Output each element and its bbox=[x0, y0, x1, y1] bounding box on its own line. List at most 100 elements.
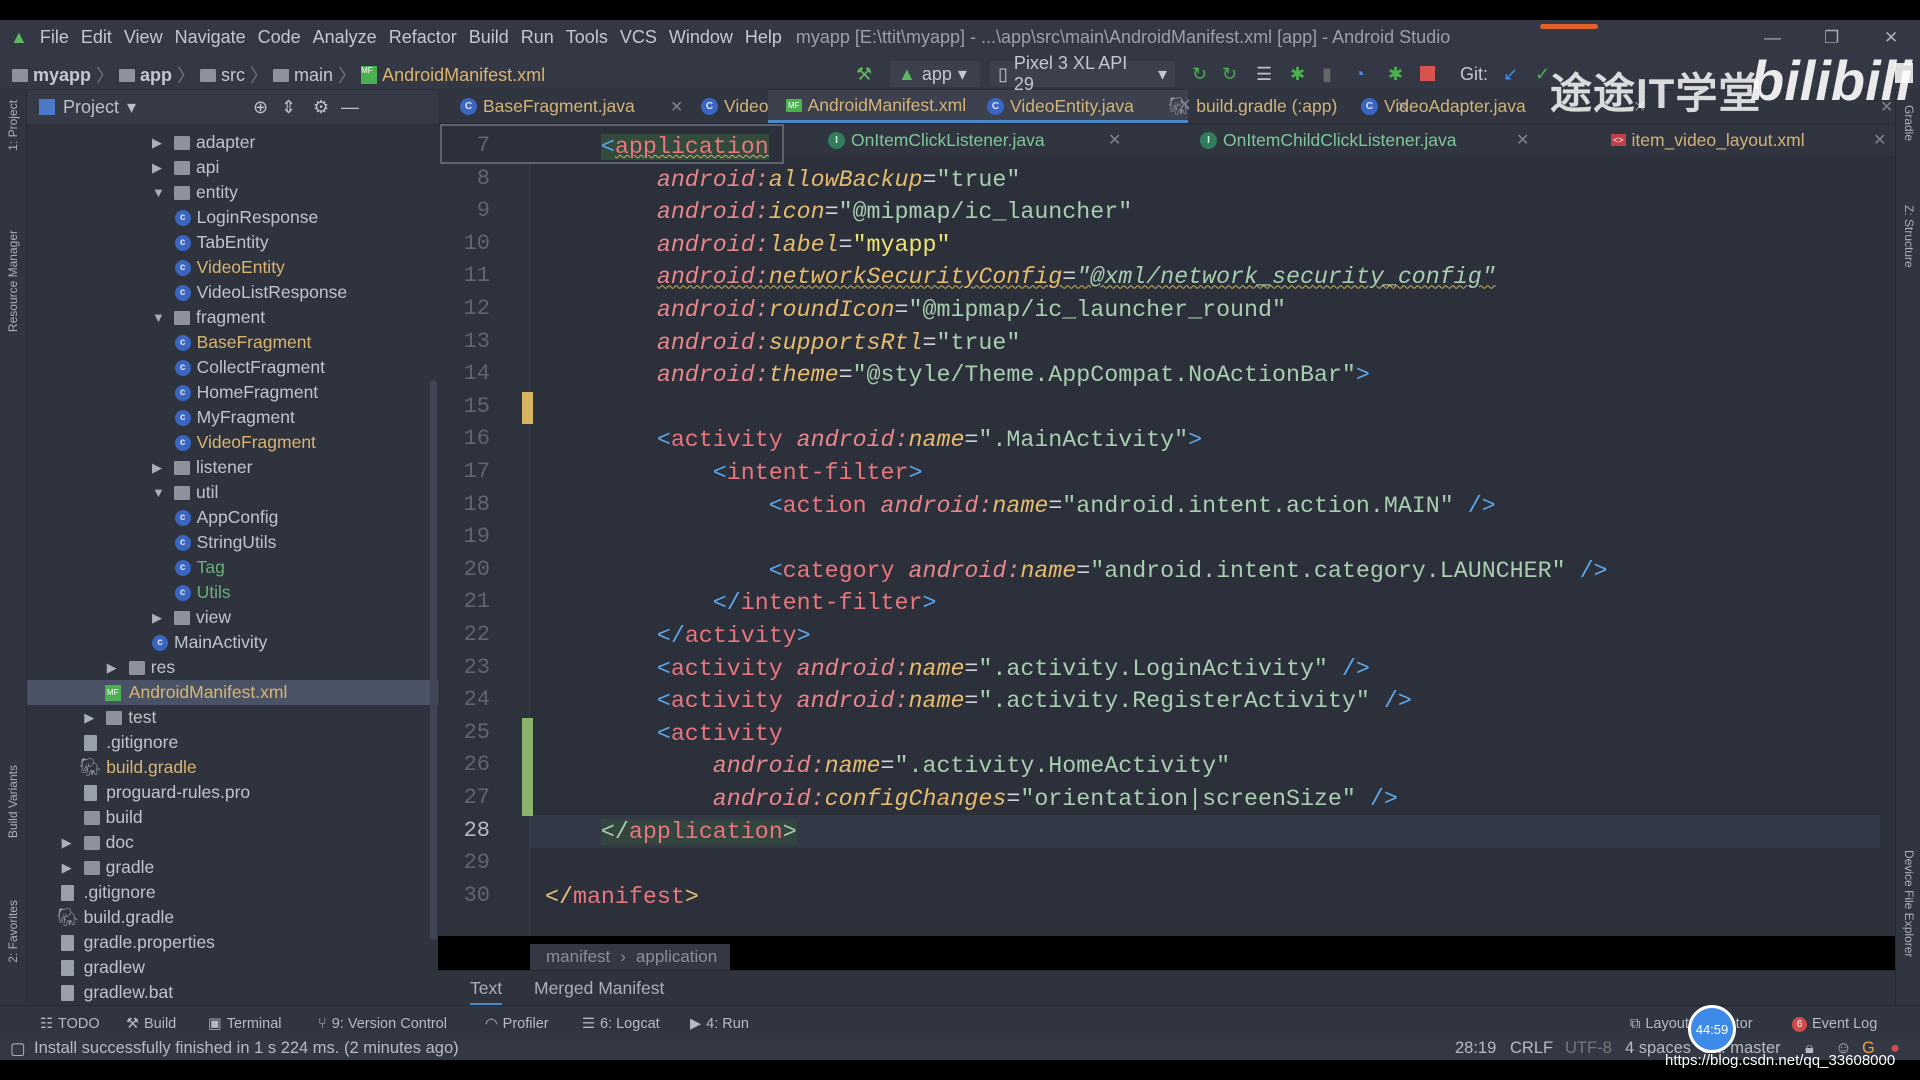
device-file-explorer-tool-button[interactable]: Device File Explorer bbox=[1902, 850, 1916, 957]
debug-icon[interactable]: ✱ bbox=[1290, 64, 1305, 85]
code-line[interactable]: android:allowBackup="true" bbox=[545, 164, 1021, 196]
editor-tab-onitemclicklistener-java[interactable]: I OnItemClickListener.java ✕ bbox=[828, 124, 1121, 156]
favorites-tool-button[interactable]: 2: Favorites bbox=[6, 900, 20, 963]
editor-tab-videoadapter-java[interactable]: C VideoAdapter.java ✕ bbox=[1361, 90, 1893, 123]
collapsed-arrow-icon[interactable]: ▶ bbox=[152, 460, 162, 476]
collapsed-arrow-icon[interactable]: ▶ bbox=[152, 610, 162, 626]
code-line[interactable]: android:configChanges="orientation|scree… bbox=[545, 783, 1398, 815]
editor-tab-videoentity-java[interactable]: C VideoEntity.java ✕ bbox=[987, 90, 1409, 123]
project-scrollbar[interactable] bbox=[430, 380, 437, 940]
tree-item-gitignore[interactable]: .gitignore bbox=[27, 730, 438, 755]
code-line[interactable]: android:name=".activity.HomeActivity" bbox=[545, 750, 1230, 782]
tree-item-gradlew-bat[interactable]: gradlew.bat bbox=[27, 980, 438, 1005]
expanded-arrow-icon[interactable]: ▼ bbox=[152, 485, 165, 500]
tree-item-view[interactable]: ▶ view bbox=[27, 605, 438, 630]
logcat-tool-button[interactable]: ☰ 6: Logcat bbox=[582, 1016, 660, 1032]
tree-item-test[interactable]: ▶ test bbox=[27, 705, 438, 730]
code-line[interactable]: android:theme="@style/Theme.AppCompat.No… bbox=[545, 359, 1370, 391]
tree-item-homefragment[interactable]: c HomeFragment bbox=[27, 380, 438, 405]
file-encoding[interactable]: UTF-8 bbox=[1565, 1039, 1612, 1058]
collapsed-arrow-icon[interactable]: ▶ bbox=[152, 160, 162, 176]
git-commit-icon[interactable]: ✓ bbox=[1535, 64, 1550, 85]
menu-navigate[interactable]: Navigate bbox=[175, 27, 246, 48]
attach-debugger-icon[interactable]: ✱ bbox=[1388, 64, 1403, 85]
menu-build[interactable]: Build bbox=[469, 27, 509, 48]
expanded-arrow-icon[interactable]: ▼ bbox=[152, 310, 165, 325]
collapsed-arrow-icon[interactable]: ▶ bbox=[152, 135, 162, 151]
stop-icon[interactable] bbox=[1420, 66, 1435, 81]
menu-window[interactable]: Window bbox=[669, 27, 733, 48]
project-view-dropdown[interactable]: Project bbox=[63, 97, 119, 118]
editor-tab-build-gradle-app-[interactable]: 🐘︎ build.gradle (:app) ✕ bbox=[1168, 90, 1646, 123]
close-tab-icon[interactable]: ✕ bbox=[1873, 130, 1886, 150]
tree-item-adapter[interactable]: ▶ adapter bbox=[27, 130, 438, 155]
code-line[interactable]: <activity bbox=[545, 718, 783, 750]
tree-item-androidmanifest-xml[interactable]: MF AndroidManifest.xml bbox=[27, 680, 438, 705]
resource-manager-tool-button[interactable]: Resource Manager bbox=[6, 230, 20, 332]
run-config-dropdown[interactable]: ▲ app ▾ bbox=[890, 61, 980, 87]
hammer-build-icon[interactable]: ⚒ bbox=[856, 64, 872, 85]
build-variants-tool-button[interactable]: Build Variants bbox=[6, 765, 20, 838]
tree-item-proguard-rules-pro[interactable]: proguard-rules.pro bbox=[27, 780, 438, 805]
breadcrumb-src[interactable]: src bbox=[221, 65, 245, 86]
tree-item-videoentity[interactable]: c VideoEntity bbox=[27, 255, 438, 280]
gear-icon[interactable]: ⚙ bbox=[313, 97, 329, 118]
code-line[interactable]: android:roundIcon="@mipmap/ic_launcher_r… bbox=[545, 294, 1286, 326]
todo-tool-button[interactable]: ☷ TODO bbox=[40, 1016, 100, 1032]
coverage-icon[interactable]: ▮ bbox=[1322, 64, 1332, 85]
collapse-all-icon[interactable]: ⇕ bbox=[281, 97, 296, 118]
breadcrumb-main[interactable]: main bbox=[294, 65, 333, 86]
status-toggle-icon[interactable]: ▢ bbox=[10, 1039, 26, 1059]
locate-icon[interactable]: ⊕ bbox=[253, 97, 268, 118]
tree-item-appconfig[interactable]: c AppConfig bbox=[27, 505, 438, 530]
code-line[interactable]: android:label="myapp" bbox=[545, 229, 951, 261]
breadcrumb-file[interactable]: AndroidManifest.xml bbox=[382, 65, 545, 86]
tree-item-api[interactable]: ▶ api bbox=[27, 155, 438, 180]
version-control-tool-button[interactable]: ⑂ 9: Version Control bbox=[318, 1016, 447, 1032]
apply-changes-icon[interactable]: ↻ bbox=[1192, 64, 1207, 85]
code-line[interactable]: <activity android:name=".activity.LoginA… bbox=[545, 653, 1370, 685]
tree-item-fragment[interactable]: ▼ fragment bbox=[27, 305, 438, 330]
code-line[interactable]: <activity android:name=".MainActivity"> bbox=[545, 424, 1202, 456]
code-line[interactable]: <intent-filter> bbox=[545, 457, 923, 489]
close-tab-icon[interactable]: ✕ bbox=[1516, 130, 1529, 150]
structure-tool-button[interactable]: Z: Structure bbox=[1902, 205, 1916, 268]
crumb-manifest[interactable]: manifest bbox=[546, 947, 610, 967]
tree-item-gradle-properties[interactable]: gradle.properties bbox=[27, 930, 438, 955]
menu-refactor[interactable]: Refactor bbox=[389, 27, 457, 48]
tree-item-build-gradle[interactable]: 🐘︎ build.gradle bbox=[27, 755, 438, 780]
tree-item-entity[interactable]: ▼ entity bbox=[27, 180, 438, 205]
menu-vcs[interactable]: VCS bbox=[620, 27, 657, 48]
menu-help[interactable]: Help bbox=[745, 27, 782, 48]
tree-item-basefragment[interactable]: c BaseFragment bbox=[27, 330, 438, 355]
line-separator[interactable]: CRLF bbox=[1510, 1039, 1553, 1058]
build-tool-button[interactable]: ⚒ Build bbox=[126, 1016, 176, 1032]
close-tab-icon[interactable]: ✕ bbox=[1108, 130, 1121, 150]
menu-analyze[interactable]: Analyze bbox=[313, 27, 377, 48]
code-line[interactable]: android:supportsRtl="true" bbox=[545, 327, 1021, 359]
close-button[interactable]: ✕ bbox=[1884, 28, 1898, 48]
collapsed-arrow-icon[interactable]: ▶ bbox=[62, 860, 72, 876]
attach-icon[interactable]: ☰ bbox=[1256, 64, 1272, 85]
tree-item-util[interactable]: ▼ util bbox=[27, 480, 438, 505]
tab-text[interactable]: Text bbox=[470, 978, 503, 1006]
code-line[interactable]: <category android:name="android.intent.c… bbox=[545, 555, 1608, 587]
chevron-down-icon[interactable]: ▾ bbox=[127, 97, 136, 118]
collapsed-arrow-icon[interactable]: ▶ bbox=[84, 710, 94, 726]
profile-icon[interactable]: ◔ bbox=[1354, 64, 1365, 85]
tree-item-gradle[interactable]: ▶ gradle bbox=[27, 855, 438, 880]
tree-item-doc[interactable]: ▶ doc bbox=[27, 830, 438, 855]
code-line[interactable]: android:networkSecurityConfig="@xml/netw… bbox=[545, 261, 1496, 293]
crumb-application[interactable]: application bbox=[636, 947, 717, 967]
code-line[interactable]: android:icon="@mipmap/ic_launcher" bbox=[545, 196, 1132, 228]
event-log-tool-button[interactable]: 6 Event Log bbox=[1792, 1016, 1877, 1032]
menu-view[interactable]: View bbox=[124, 27, 163, 48]
tree-item-stringutils[interactable]: c StringUtils bbox=[27, 530, 438, 555]
restore-button[interactable]: ❐ bbox=[1824, 28, 1839, 48]
tree-item-res[interactable]: ▶ res bbox=[27, 655, 438, 680]
git-update-icon[interactable]: ↙ bbox=[1503, 64, 1518, 85]
terminal-tool-button[interactable]: ▣ Terminal bbox=[208, 1016, 282, 1032]
code-line[interactable]: <application bbox=[545, 131, 769, 163]
tree-item-tabentity[interactable]: c TabEntity bbox=[27, 230, 438, 255]
code-line[interactable]: </intent-filter> bbox=[545, 587, 937, 619]
